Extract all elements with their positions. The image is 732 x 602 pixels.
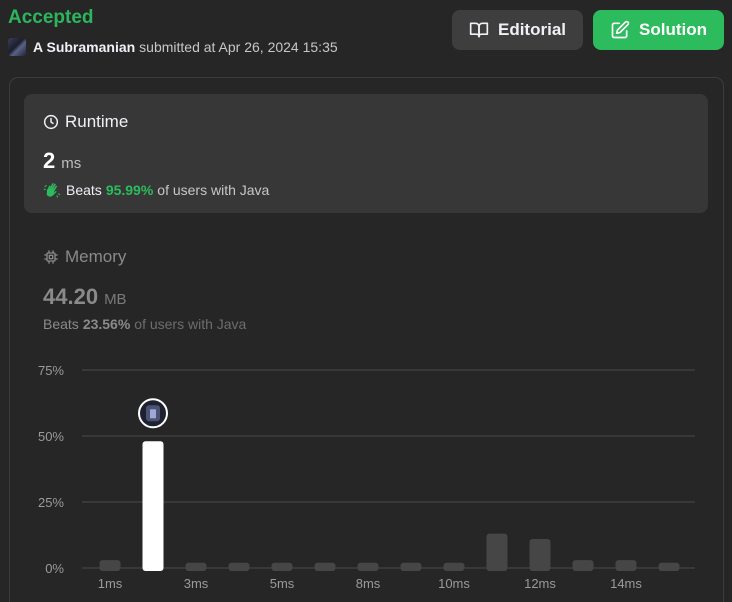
x-tick-label: 3ms <box>184 576 209 591</box>
submission-avatar-figure-highlight <box>150 409 156 419</box>
y-tick-label: 75% <box>38 363 64 378</box>
x-tick-label: 14ms <box>610 576 642 591</box>
bar[interactable] <box>357 562 379 571</box>
y-tick-label: 25% <box>38 495 64 510</box>
bar[interactable] <box>228 562 250 571</box>
bar[interactable] <box>314 562 336 571</box>
bar[interactable] <box>400 562 422 571</box>
x-tick-label: 1ms <box>98 576 123 591</box>
bar[interactable] <box>185 562 207 571</box>
x-tick-label: 8ms <box>356 576 381 591</box>
bar[interactable] <box>99 560 121 571</box>
bar[interactable] <box>271 562 293 571</box>
bar[interactable] <box>443 562 465 571</box>
bar-current-submission[interactable] <box>142 441 164 571</box>
x-tick-label: 5ms <box>270 576 295 591</box>
bar[interactable] <box>572 560 594 571</box>
bar[interactable] <box>486 533 508 571</box>
runtime-distribution-chart[interactable]: 75% 50% 25% 0% 1ms 3ms 5ms 8ms 10ms 12ms 14ms <box>0 0 732 602</box>
x-tick-label: 12ms <box>524 576 556 591</box>
x-tick-label: 10ms <box>438 576 470 591</box>
y-tick-label: 50% <box>38 429 64 444</box>
bar[interactable] <box>529 538 551 571</box>
bar[interactable] <box>658 562 680 571</box>
y-tick-label: 0% <box>45 561 64 576</box>
bar[interactable] <box>615 560 637 571</box>
